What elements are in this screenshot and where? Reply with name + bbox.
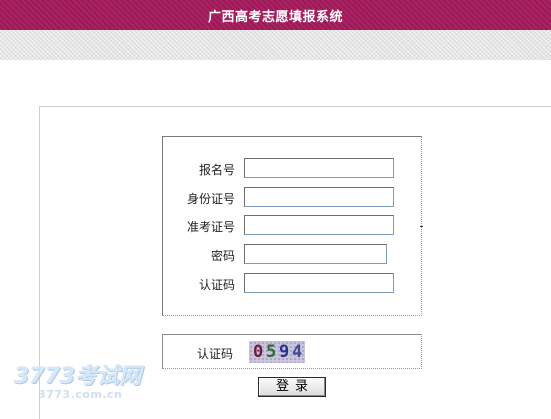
captcha-digit: 5 xyxy=(266,342,277,362)
captcha-digit: 4 xyxy=(292,342,303,362)
field-row-registration-number: 报名号 xyxy=(163,158,421,180)
captcha-digit: 9 xyxy=(279,342,290,362)
captcha-image: 0 5 9 4 xyxy=(249,341,305,363)
id-number-input[interactable] xyxy=(244,187,394,207)
watermark-url: 3773.com.cn xyxy=(38,388,123,401)
field-row-admission-ticket: 准考证号 xyxy=(163,215,421,237)
admission-ticket-label: 准考证号 xyxy=(186,220,235,234)
captcha-box: 认证码 0 5 9 4 xyxy=(162,334,422,369)
header-pattern-band xyxy=(0,30,551,60)
field-row-verification-code: 认证码 xyxy=(163,273,421,295)
login-form: 报名号 身份证号 准考证号 密码 认证码 xyxy=(162,136,422,316)
admission-ticket-input[interactable] xyxy=(244,215,394,235)
captcha-digit: 0 xyxy=(253,342,264,362)
header-bar: 广西高考志愿填报系统 xyxy=(0,0,551,30)
id-number-label: 身份证号 xyxy=(186,192,235,206)
watermark-logo: 3773考试网 xyxy=(14,364,142,389)
registration-number-input[interactable] xyxy=(244,158,394,178)
login-button[interactable]: 登录 xyxy=(258,377,326,397)
password-input[interactable] xyxy=(244,244,387,264)
field-row-id-number: 身份证号 xyxy=(163,187,421,209)
form-edge-mark xyxy=(420,226,423,227)
field-row-password: 密码 xyxy=(163,244,421,266)
verification-code-label: 认证码 xyxy=(198,278,235,292)
captcha-label: 认证码 xyxy=(197,347,234,361)
password-label: 密码 xyxy=(210,249,235,263)
verification-code-input[interactable] xyxy=(244,273,394,293)
page-title: 广西高考志愿填报系统 xyxy=(207,10,343,25)
registration-number-label: 报名号 xyxy=(198,163,235,177)
